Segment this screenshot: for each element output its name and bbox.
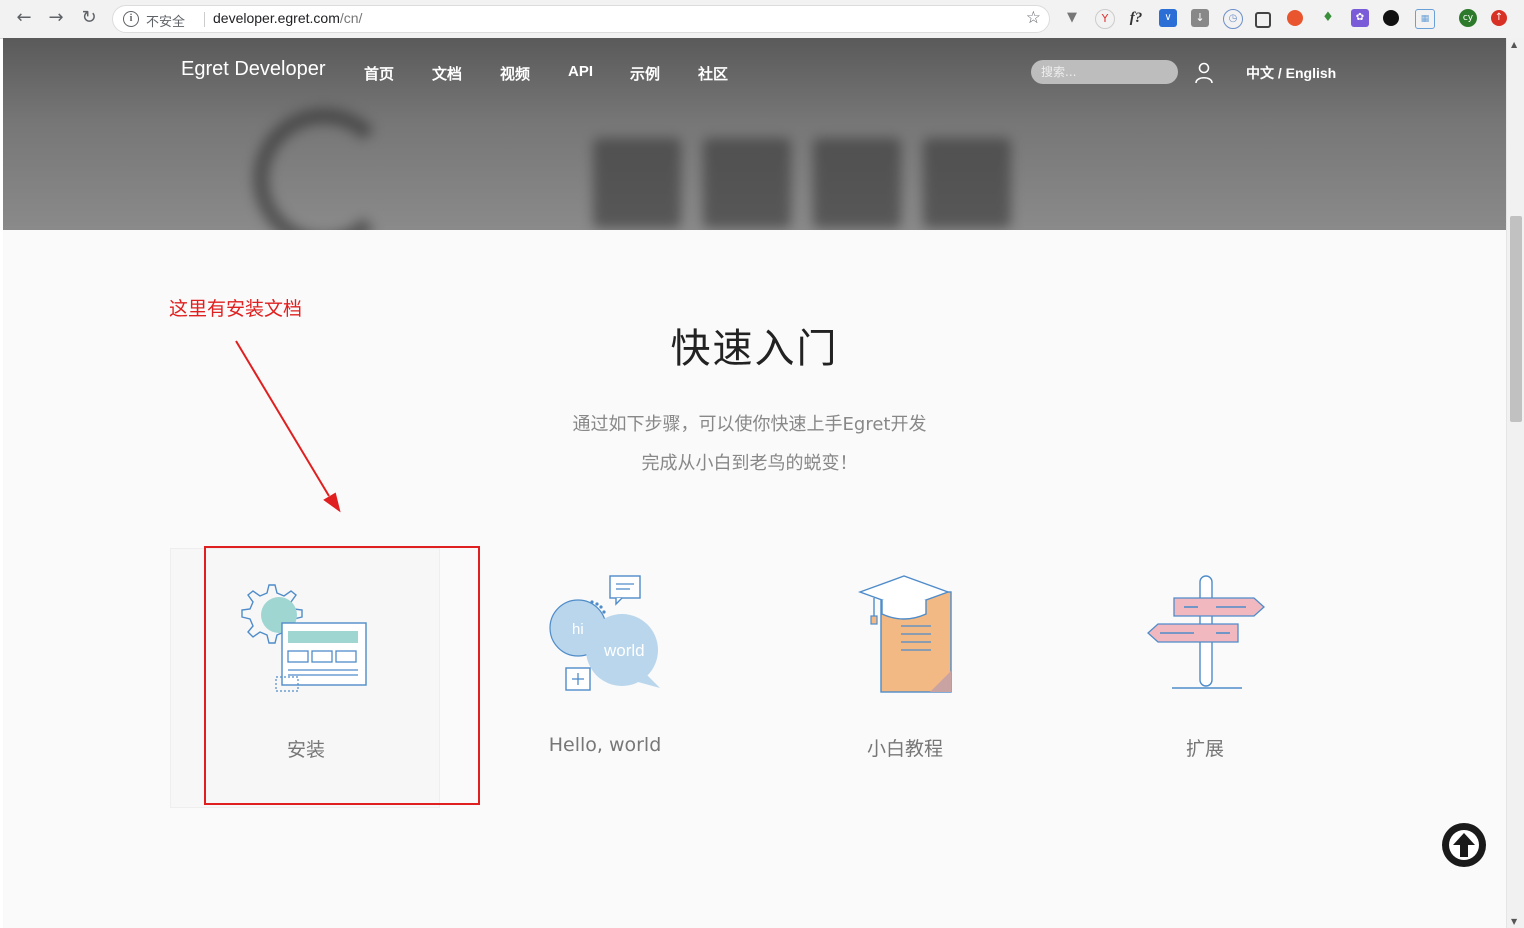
fx-icon[interactable]: f? <box>1127 9 1145 27</box>
page-scrollbar[interactable]: ▲ ▼ <box>1506 38 1524 928</box>
browser-toolbar: ← → ↻ i 不安全 developer.egret.com/cn/ ☆ ▼ … <box>0 0 1524 39</box>
arrow-up-icon <box>1449 830 1479 860</box>
circle-icon[interactable] <box>1383 10 1399 26</box>
bookmark-star-icon[interactable]: ☆ <box>1026 8 1041 28</box>
scroll-up-icon[interactable]: ▲ <box>1511 40 1517 49</box>
back-to-top-button[interactable] <box>1442 823 1486 867</box>
profile-avatar[interactable]: cy <box>1459 9 1477 27</box>
forward-arrow-icon[interactable]: → <box>46 8 66 28</box>
tomato-icon[interactable] <box>1287 10 1303 26</box>
clock-icon[interactable]: ◷ <box>1223 9 1243 29</box>
annotation-highlight-box <box>204 546 480 805</box>
calendar-icon[interactable]: ▦ <box>1415 9 1435 29</box>
ext-purple-icon[interactable]: ✿ <box>1351 9 1369 27</box>
update-arrow-icon[interactable]: ↑ <box>1491 10 1507 26</box>
url-path: /cn/ <box>339 10 363 26</box>
insecure-label[interactable]: 不安全 <box>146 11 185 30</box>
yandex-icon[interactable]: Y <box>1095 9 1115 29</box>
back-arrow-icon[interactable]: ← <box>14 8 34 28</box>
evernote-icon[interactable]: ♦ <box>1319 9 1337 27</box>
address-bar[interactable]: i 不安全 developer.egret.com/cn/ ☆ <box>112 5 1050 33</box>
filter-icon[interactable]: ▼ <box>1063 9 1081 27</box>
download-icon[interactable]: ↓ <box>1191 9 1209 27</box>
url-text[interactable]: developer.egret.com/cn/ <box>213 10 362 26</box>
scroll-down-icon[interactable]: ▼ <box>1511 917 1517 926</box>
url-host: developer.egret.com <box>213 10 340 26</box>
reload-icon[interactable]: ↻ <box>79 8 99 28</box>
scrollbar-thumb[interactable] <box>1510 216 1522 422</box>
info-icon[interactable]: i <box>123 11 139 27</box>
pocket-icon[interactable]: ∨ <box>1159 9 1177 27</box>
address-separator <box>204 12 205 27</box>
page-content: Egret Developer 首页 文档 视频 API 示例 社区 搜索...… <box>3 38 1506 928</box>
screenshot-icon[interactable] <box>1255 12 1271 28</box>
